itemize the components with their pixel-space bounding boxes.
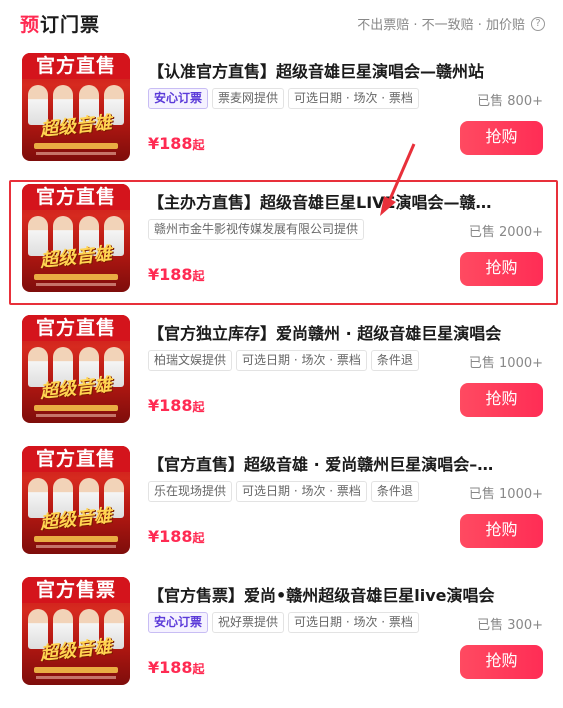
ticket-item[interactable]: 官方直售 超级音雄 【官方直售】超级音雄 · 爱尚赣州巨星演唱会–… 乐在现场提… [0,441,563,559]
price-suffix: 起 [192,662,205,676]
sold-count: 已售 300+ [477,618,543,633]
event-poster[interactable]: 官方直售 超级音雄 [22,315,130,423]
price-suffix: 起 [192,400,205,414]
ticket-item[interactable]: 官方直售 超级音雄 【认准官方直售】超级音雄巨星演唱会—赣州站 安心订票 票麦网… [0,48,563,166]
ticket-title[interactable]: 【认准官方直售】超级音雄巨星演唱会—赣州站 [148,58,543,82]
event-poster[interactable]: 官方直售 超级音雄 [22,446,130,554]
price: ¥188起 [148,396,205,415]
poster-banner: 官方直售 [22,184,130,210]
tag-provider: 票麦网提供 [212,88,285,109]
price-suffix: 起 [192,269,205,283]
tag-assure: 安心订票 [148,88,209,109]
tag-assure: 安心订票 [148,612,209,633]
sold-count: 已售 1000+ [468,487,543,502]
ticket-item[interactable]: 官方直售 超级音雄 【主办方直售】超级音雄巨星LIVE演唱会—赣… 赣州市金牛影… [0,179,563,297]
ticket-item[interactable]: 官方售票 超级音雄 【官方售票】爱尚•赣州超级音雄巨星live演唱会 安心订票 … [0,572,563,690]
ticket-tags: 乐在现场提供 可选日期 · 场次 · 票档 条件退 [148,481,419,503]
tag-options: 可选日期 · 场次 · 票档 [288,88,419,109]
event-poster[interactable]: 官方直售 超级音雄 [22,53,130,161]
ticket-item[interactable]: 官方直售 超级音雄 【官方独立库存】爱尚赣州 · 超级音雄巨星演唱会 柏瑞文娱提… [0,310,563,428]
tag-refund: 条件退 [370,350,419,371]
price: ¥188起 [148,658,205,677]
tag-options: 可选日期 · 场次 · 票档 [236,481,367,502]
poster-banner: 官方直售 [22,446,130,472]
price: ¥188起 [148,527,205,546]
price-value: ¥188 [148,527,193,546]
price-value: ¥188 [148,134,193,153]
section-title-first-char: 预 [20,14,41,36]
price: ¥188起 [148,265,205,284]
ticket-title[interactable]: 【官方独立库存】爱尚赣州 · 超级音雄巨星演唱会 [148,320,543,344]
event-poster[interactable]: 官方直售 超级音雄 [22,184,130,292]
annotation-arrow [380,143,416,216]
ticket-title[interactable]: 【主办方直售】超级音雄巨星LIVE演唱会—赣… [148,189,543,213]
poster-banner: 官方售票 [22,577,130,603]
price-suffix: 起 [192,138,205,152]
tag-options: 可选日期 · 场次 · 票档 [236,350,367,371]
sold-count: 已售 800+ [477,94,543,109]
section-title: 预订门票 [20,10,100,37]
ticket-title[interactable]: 【官方直售】超级音雄 · 爱尚赣州巨星演唱会–… [148,451,543,475]
guarantee-info[interactable]: 不出票赔 · 不一致赔 · 加价赔 ? [357,14,545,33]
sold-count: 已售 2000+ [468,225,543,240]
price-value: ¥188 [148,658,193,677]
buy-button[interactable]: 抢购 [460,121,543,155]
help-icon[interactable]: ? [531,16,545,31]
price-suffix: 起 [192,531,205,545]
buy-button[interactable]: 抢购 [460,645,543,679]
tag-provider: 赣州市金牛影视传媒发展有限公司提供 [148,219,365,240]
guarantee-text: 不出票赔 · 不一致赔 · 加价赔 [357,18,525,33]
ticket-tags: 赣州市金牛影视传媒发展有限公司提供 [148,219,365,241]
price: ¥188起 [148,134,205,153]
price-value: ¥188 [148,265,193,284]
ticket-tags: 安心订票 票麦网提供 可选日期 · 场次 · 票档 [148,88,419,110]
ticket-tags: 柏瑞文娱提供 可选日期 · 场次 · 票档 条件退 [148,350,419,372]
section-header: 预订门票 不出票赔 · 不一致赔 · 加价赔 ? [0,0,563,48]
sold-count: 已售 1000+ [468,356,543,371]
buy-button[interactable]: 抢购 [460,252,543,286]
section-title-rest: 订门票 [40,14,101,36]
tag-provider: 乐在现场提供 [148,481,233,502]
buy-button[interactable]: 抢购 [460,383,543,417]
poster-banner: 官方直售 [22,315,130,341]
tag-refund: 条件退 [370,481,419,502]
event-poster[interactable]: 官方售票 超级音雄 [22,577,130,685]
tag-provider: 柏瑞文娱提供 [148,350,233,371]
tag-provider: 祝好票提供 [212,612,285,633]
price-value: ¥188 [148,396,193,415]
poster-banner: 官方直售 [22,53,130,79]
tag-options: 可选日期 · 场次 · 票档 [288,612,419,633]
ticket-title[interactable]: 【官方售票】爱尚•赣州超级音雄巨星live演唱会 [148,582,543,606]
buy-button[interactable]: 抢购 [460,514,543,548]
ticket-tags: 安心订票 祝好票提供 可选日期 · 场次 · 票档 [148,612,419,634]
